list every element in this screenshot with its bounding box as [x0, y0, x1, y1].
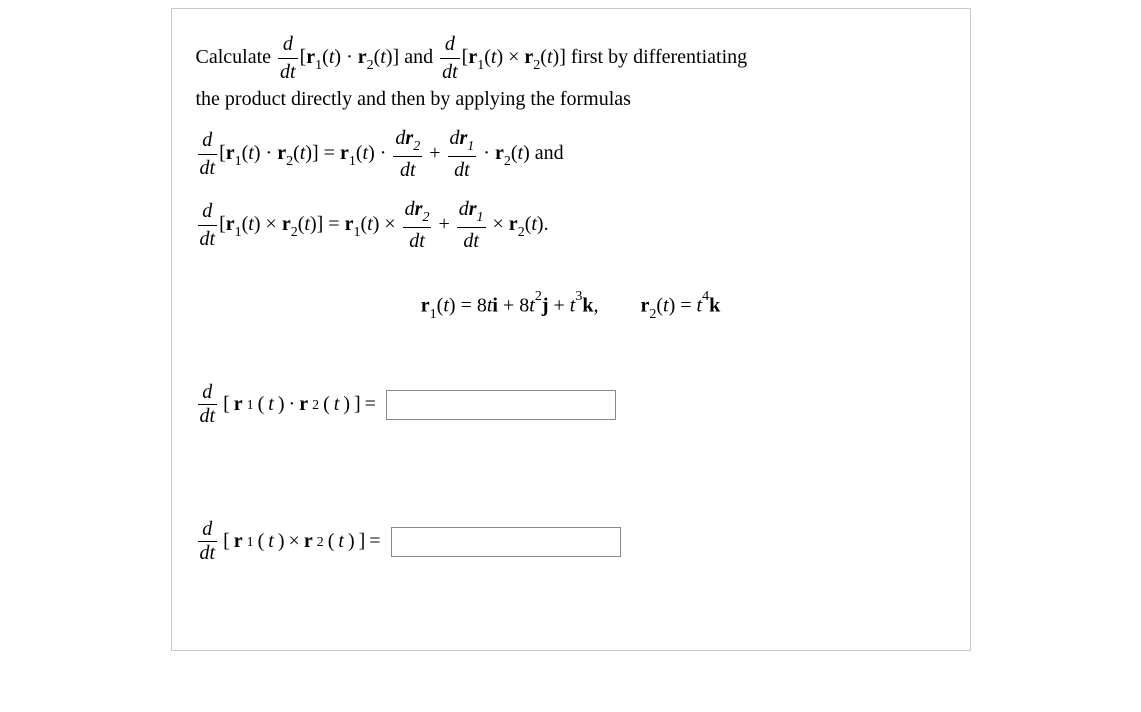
ddt-frac-cross: d dt	[440, 31, 460, 86]
problem-statement-line-1: Calculate d dt [r1(t) · r2(t)] and d dt …	[196, 31, 946, 86]
cross-answer-input[interactable]	[391, 527, 621, 557]
cross-lhs: d dt [r1(t) × r2(t)] =	[196, 518, 381, 565]
ddt-frac-ans-cross: d dt	[198, 518, 218, 565]
dot-bracket-expr: [r1(t) · r2(t)]	[300, 46, 400, 68]
dot-product-rule: d dt [r1(t) · r2(t)] = r1(t) · dr2 dt + …	[196, 125, 946, 184]
cross-product-rule: d dt [r1(t) × r2(t)] = r1(t) × dr2 dt + …	[196, 196, 946, 255]
dot-answer-input[interactable]	[386, 390, 616, 420]
given-vectors: r1(t) = 8ti + 8t2j + t3k, r2(t) = t4k	[196, 293, 946, 322]
dr1dt-frac-2: dr1 dt	[457, 196, 486, 255]
ddt-frac-dot: d dt	[278, 31, 298, 86]
answer-row-cross: d dt [r1(t) × r2(t)] =	[196, 518, 946, 565]
period: .	[544, 213, 549, 235]
dot-lhs: d dt [r1(t) · r2(t)] =	[196, 381, 376, 428]
ddt-frac: d dt	[198, 127, 218, 182]
problem-box: Calculate d dt [r1(t) · r2(t)] and d dt …	[171, 8, 971, 651]
dr2dt-frac-2: dr2 dt	[403, 196, 432, 255]
dr1dt-frac: dr1 dt	[448, 125, 477, 184]
dr2dt-frac: dr2 dt	[393, 125, 422, 184]
answer-row-dot: d dt [r1(t) · r2(t)] =	[196, 381, 946, 428]
cross-bracket-expr: [r1(t) × r2(t)]	[462, 46, 566, 68]
problem-statement-line-2: the product directly and then by applyin…	[196, 86, 946, 113]
intro-suffix: first by differentiating	[571, 46, 747, 68]
ddt-frac-ans-dot: d dt	[198, 381, 218, 428]
ddt-frac-2: d dt	[198, 198, 218, 253]
intro-mid: and	[404, 46, 438, 68]
intro-prefix: Calculate	[196, 46, 277, 68]
and-text: and	[530, 142, 564, 164]
